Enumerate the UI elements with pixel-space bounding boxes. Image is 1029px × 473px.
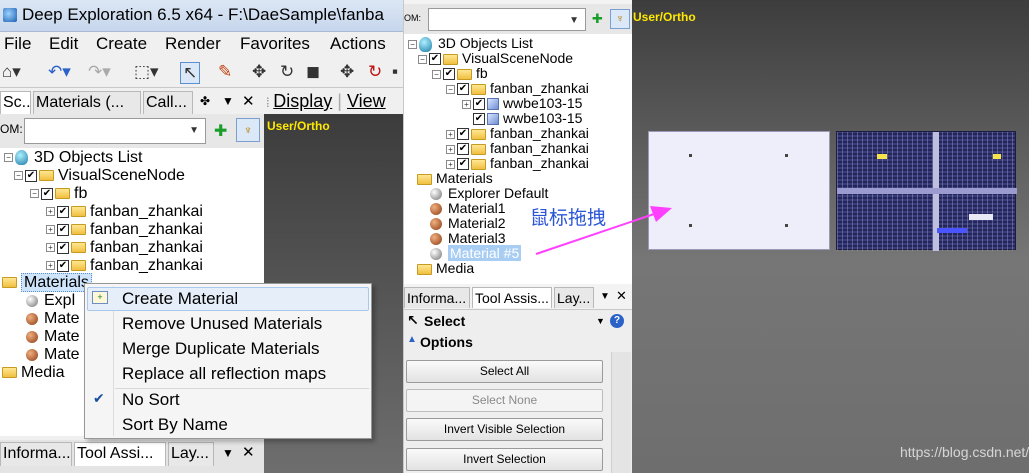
drag-arrow-head — [650, 206, 672, 222]
drag-annotation-overlay — [535, 206, 672, 255]
drag-annotation-text: 鼠标拖拽 — [530, 207, 607, 229]
